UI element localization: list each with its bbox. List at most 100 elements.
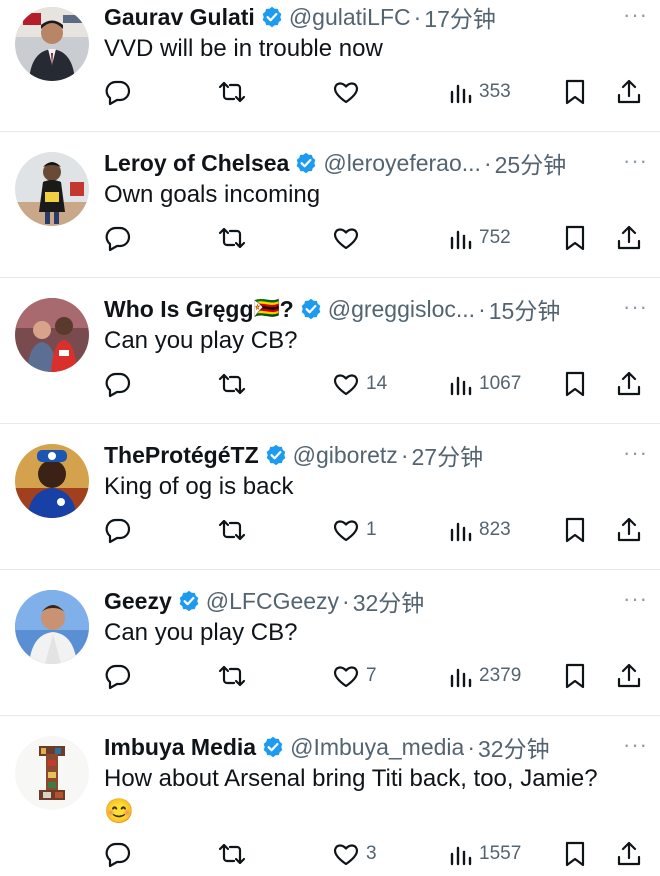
author-name[interactable]: TheProtégéTZ [104,442,259,469]
tweet-header: Geezy @LFCGeezy · 32分钟 [104,584,648,618]
more-options-icon[interactable]: ··· [623,440,648,466]
share-button[interactable] [616,370,642,398]
author-handle[interactable]: @leroyeferao... [323,150,481,177]
reply-button[interactable] [104,840,132,868]
share-button[interactable] [616,78,642,106]
more-options-icon[interactable]: ··· [623,2,648,28]
views-button[interactable]: 2379 [449,662,521,690]
bookmark-button[interactable] [563,840,587,868]
reply-icon [104,78,132,106]
bookmark-icon [563,78,587,106]
tweet-text: King of og is back [104,473,294,500]
separator-dot: · [483,149,492,176]
like-button[interactable]: 7 [332,662,377,690]
tweet-text: Own goals incoming [104,181,321,208]
reply-button[interactable] [104,370,132,398]
author-handle[interactable]: @giboretz [293,442,398,469]
like-button[interactable] [332,78,366,106]
bookmark-icon [563,516,587,544]
separator-dot: · [467,733,475,760]
verified-badge-icon [178,590,200,612]
bookmark-button[interactable] [563,516,587,544]
like-button[interactable] [332,224,366,252]
share-button[interactable] [616,224,642,252]
avatar[interactable] [15,444,89,518]
separator-dot: · [478,295,486,322]
timestamp[interactable]: 15分钟 [489,292,561,326]
views-button[interactable]: 823 [449,516,511,544]
share-button[interactable] [616,840,642,868]
bookmark-icon [563,662,587,690]
retweet-button[interactable] [217,224,247,252]
timestamp[interactable]: 17分钟 [424,0,496,34]
avatar[interactable] [15,7,89,81]
reply-button[interactable] [104,78,132,106]
heart-icon [332,840,360,868]
retweet-button[interactable] [217,370,247,398]
tweet[interactable]: Imbuya Media @Imbuya_media · 32分钟 ··· Ho… [0,716,660,876]
more-options-icon[interactable]: ··· [623,148,648,174]
zimbabwe-flag-icon: 🇿🇼 [253,297,280,320]
author-handle[interactable]: @Imbuya_media [290,734,464,761]
reply-button[interactable] [104,516,132,544]
view-count: 1557 [479,843,522,864]
like-button[interactable]: 1 [332,516,377,544]
tweet[interactable]: Who Is Gręgg 🇿🇼 ? @greggisloc... · 15分钟 … [0,278,660,424]
bookmark-button[interactable] [563,224,587,252]
author-name[interactable]: Leroy of Chelsea [104,150,289,177]
retweet-button[interactable] [217,662,247,690]
author-name[interactable]: Imbuya Media [104,734,256,761]
like-button[interactable]: 14 [332,370,387,398]
tweet[interactable]: Gaurav Gulati @gulatiLFC · 17分钟 ··· VVD … [0,0,660,132]
tweet[interactable]: Geezy @LFCGeezy · 32分钟 ··· Can you play … [0,570,660,716]
reply-button[interactable] [104,662,132,690]
author-name[interactable]: Gaurav Gulati [104,4,255,31]
reply-icon [104,370,132,398]
views-button[interactable]: 353 [449,78,511,106]
more-options-icon[interactable]: ··· [623,732,648,758]
bookmark-button[interactable] [563,370,587,398]
retweet-button[interactable] [217,516,247,544]
share-button[interactable] [616,662,642,690]
timestamp[interactable]: 25分钟 [495,146,567,180]
tweet[interactable]: Leroy of Chelsea @leroyeferao... · 25分钟 … [0,132,660,278]
author-handle[interactable]: @LFCGeezy [206,588,339,615]
author-name[interactable]: Who Is Gręgg [104,296,254,323]
timestamp[interactable]: 27分钟 [411,438,483,472]
share-button[interactable] [616,516,642,544]
reply-button[interactable] [104,224,132,252]
retweet-button[interactable] [217,78,247,106]
bookmark-button[interactable] [563,78,587,106]
avatar[interactable] [15,590,89,664]
avatar[interactable] [15,736,89,810]
more-options-icon[interactable]: ··· [623,586,648,612]
views-button[interactable]: 1067 [449,370,521,398]
avatar[interactable] [15,298,89,372]
action-bar: 1 823 [0,516,660,550]
more-options-icon[interactable]: ··· [623,294,648,320]
tweet-text: Can you play CB? [104,619,298,646]
verified-badge-icon [261,6,283,28]
like-count: 7 [366,665,377,686]
like-button[interactable]: 3 [332,840,377,868]
views-button[interactable]: 752 [449,224,511,252]
view-count: 752 [479,227,511,248]
author-handle[interactable]: @gulatiLFC [289,4,411,31]
retweet-button[interactable] [217,840,247,868]
bookmark-button[interactable] [563,662,587,690]
views-chart-icon [449,516,473,544]
author-name[interactable]: Geezy [104,588,172,615]
share-icon [616,224,642,252]
timestamp[interactable]: 32分钟 [478,730,550,764]
separator-dot: · [400,441,409,468]
verified-badge-icon [295,152,317,174]
views-button[interactable]: 1557 [449,840,521,868]
view-count: 2379 [479,665,522,686]
avatar[interactable] [15,152,89,226]
share-icon [616,370,642,398]
share-icon [616,840,642,868]
timestamp[interactable]: 32分钟 [353,584,425,618]
tweet[interactable]: TheProtégéTZ @giboretz · 27分钟 ··· King o… [0,424,660,570]
retweet-icon [217,516,247,544]
author-handle[interactable]: @greggisloc... [328,296,475,323]
